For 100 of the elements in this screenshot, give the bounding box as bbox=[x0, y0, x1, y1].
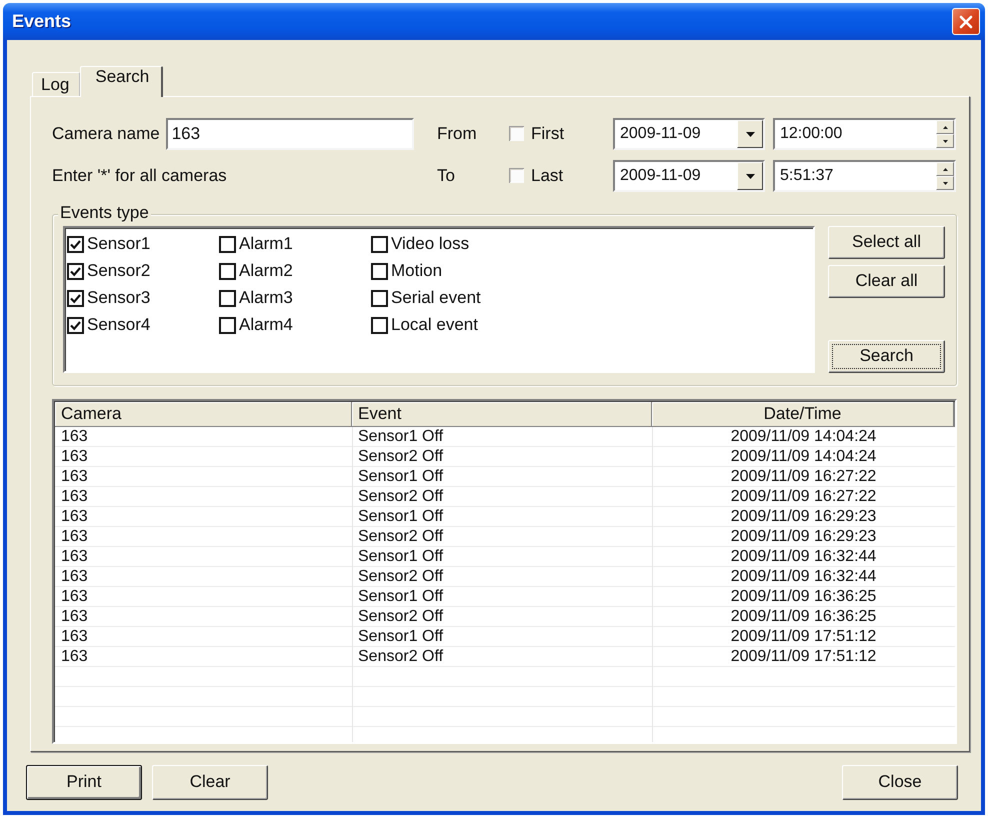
spin-up-button[interactable] bbox=[936, 162, 954, 176]
checkbox[interactable] bbox=[67, 263, 84, 280]
caret-up-icon bbox=[942, 168, 948, 170]
checkbox[interactable] bbox=[219, 317, 236, 334]
table-cell-text: Sensor1 Off bbox=[357, 547, 444, 567]
window-title: Events bbox=[12, 10, 72, 32]
checkbox[interactable] bbox=[67, 236, 84, 253]
checkbox-label[interactable]: Local event bbox=[391, 315, 478, 336]
table-cell-text: 163 bbox=[60, 547, 89, 567]
action-button[interactable]: Select all bbox=[828, 226, 945, 259]
column-header[interactable]: Camera bbox=[55, 402, 352, 427]
caret-down-icon bbox=[942, 182, 948, 184]
hint-text: Enter '*' for all cameras bbox=[52, 166, 227, 186]
checkbox[interactable] bbox=[67, 317, 84, 334]
time-field[interactable]: 12:00:00 bbox=[773, 118, 956, 150]
date-field[interactable]: 2009-11-09 bbox=[613, 160, 765, 192]
action-button[interactable]: Search bbox=[828, 340, 945, 373]
checkbox-label[interactable]: Last bbox=[531, 166, 564, 186]
close-button[interactable] bbox=[952, 8, 980, 35]
caret-down-icon bbox=[746, 132, 754, 136]
table-cell-text: 2009/11/09 17:51:12 bbox=[730, 647, 878, 667]
table-cell-text: 163 bbox=[60, 467, 89, 487]
tab[interactable]: Search bbox=[80, 66, 164, 97]
checkbox[interactable] bbox=[67, 290, 84, 307]
checkbox[interactable] bbox=[371, 236, 388, 253]
checkbox[interactable] bbox=[371, 290, 388, 307]
close-icon bbox=[959, 14, 973, 28]
checkbox-label[interactable]: Serial event bbox=[391, 288, 481, 309]
table-cell-text: 2009/11/09 14:04:24 bbox=[730, 427, 878, 447]
table-cell-text: Sensor2 Off bbox=[357, 527, 444, 547]
table-cell-text: 2009/11/09 16:32:44 bbox=[730, 567, 878, 587]
table-cell-text: 163 bbox=[60, 527, 89, 547]
caret-down-icon bbox=[942, 140, 948, 142]
checkbox-label[interactable]: Sensor2 bbox=[87, 261, 150, 282]
action-button[interactable]: Clear all bbox=[828, 265, 945, 298]
checkbox[interactable] bbox=[219, 290, 236, 307]
table-cell-text: 2009/11/09 17:51:12 bbox=[730, 627, 878, 647]
table-cell-text: Sensor2 Off bbox=[357, 487, 444, 507]
table-cell-text: Sensor2 Off bbox=[357, 567, 444, 587]
dialog-button[interactable]: Print bbox=[26, 765, 142, 800]
checkbox-label[interactable]: Alarm1 bbox=[239, 234, 293, 255]
caret-down-icon bbox=[746, 174, 754, 178]
checkbox-label[interactable]: Alarm2 bbox=[239, 261, 293, 282]
date-field[interactable]: 2009-11-09 bbox=[613, 118, 765, 150]
checkbox-label[interactable]: Alarm4 bbox=[239, 315, 293, 336]
checkbox-label[interactable]: First bbox=[531, 124, 564, 144]
table-cell-text: 163 bbox=[60, 647, 89, 667]
column-header[interactable]: Date/Time bbox=[652, 402, 955, 427]
table-cell-text: 163 bbox=[60, 627, 89, 647]
table-cell-text: Sensor1 Off bbox=[357, 587, 444, 607]
table-cell-text: Sensor1 Off bbox=[357, 507, 444, 527]
table-cell-text: Sensor2 Off bbox=[357, 447, 444, 467]
spin-down-button[interactable] bbox=[936, 134, 954, 148]
table-cell-text: Sensor1 Off bbox=[357, 427, 444, 447]
table-cell-text: 2009/11/09 16:32:44 bbox=[730, 547, 878, 567]
field-label: Camera name bbox=[52, 124, 160, 144]
table-cell-text: 2009/11/09 16:29:23 bbox=[730, 527, 878, 547]
table-cell-text: 163 bbox=[60, 567, 89, 587]
checkbox[interactable] bbox=[371, 317, 388, 334]
table-cell-text: Sensor2 Off bbox=[357, 607, 444, 627]
checkbox[interactable] bbox=[219, 263, 236, 280]
checkbox-label[interactable]: Sensor3 bbox=[87, 288, 150, 309]
checkbox[interactable] bbox=[509, 126, 524, 142]
table-cell-text: 2009/11/09 16:27:22 bbox=[730, 467, 878, 487]
dropdown-button[interactable] bbox=[737, 120, 763, 148]
checkbox-label[interactable]: Video loss bbox=[391, 234, 470, 255]
spin-up-button[interactable] bbox=[936, 120, 954, 134]
table-cell-text: 163 bbox=[60, 607, 89, 627]
dialog-button[interactable]: Close bbox=[842, 765, 958, 800]
dialog-button[interactable]: Clear bbox=[152, 765, 268, 800]
range-label: From bbox=[437, 124, 478, 144]
table-cell-text: 163 bbox=[60, 507, 89, 527]
checkbox-label[interactable]: Sensor1 bbox=[87, 234, 150, 255]
table-cell-text: 163 bbox=[60, 587, 89, 607]
camera-name-field[interactable]: 163 bbox=[166, 118, 414, 150]
table-cell-text: 2009/11/09 14:04:24 bbox=[730, 447, 878, 467]
spin-down-button[interactable] bbox=[936, 176, 954, 190]
table-cell-text: Sensor1 Off bbox=[357, 467, 444, 487]
time-field[interactable]: 5:51:37 bbox=[773, 160, 956, 192]
group-title: Events type bbox=[58, 203, 151, 223]
checkbox-label[interactable]: Sensor4 bbox=[87, 315, 150, 336]
table-cell-text: 2009/11/09 16:36:25 bbox=[730, 607, 878, 627]
table-cell-text: 163 bbox=[60, 427, 89, 447]
tab[interactable]: Log bbox=[32, 72, 80, 96]
table-cell-text: Sensor2 Off bbox=[357, 647, 444, 667]
table-cell-text: 163 bbox=[60, 447, 89, 467]
checkbox[interactable] bbox=[219, 236, 236, 253]
table-cell-text: 2009/11/09 16:36:25 bbox=[730, 587, 878, 607]
dropdown-button[interactable] bbox=[737, 162, 763, 190]
column-header[interactable]: Event bbox=[352, 402, 652, 427]
checkbox-label[interactable]: Motion bbox=[391, 261, 442, 282]
table-cell-text: 163 bbox=[60, 487, 89, 507]
table-cell-text: 2009/11/09 16:27:22 bbox=[730, 487, 878, 507]
table-cell-text: 2009/11/09 16:29:23 bbox=[730, 507, 878, 527]
checkbox[interactable] bbox=[371, 263, 388, 280]
checkbox-label[interactable]: Alarm3 bbox=[239, 288, 293, 309]
range-label: To bbox=[437, 166, 456, 186]
table-cell-text: Sensor1 Off bbox=[357, 627, 444, 647]
checkbox[interactable] bbox=[509, 168, 524, 184]
caret-up-icon bbox=[942, 126, 948, 128]
